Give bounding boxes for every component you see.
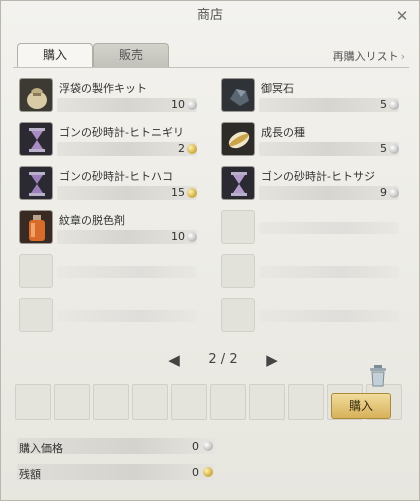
pouch-icon xyxy=(19,78,53,112)
trash-icon[interactable] xyxy=(369,365,387,387)
item-name: 成長の種 xyxy=(261,126,305,139)
item-slot[interactable]: 紋章の脱色剤 10 xyxy=(13,208,203,248)
balance-label: 残額 xyxy=(19,468,41,481)
cart-slot[interactable] xyxy=(171,384,207,420)
item-slot[interactable]: 浮袋の製作キット 10 xyxy=(13,76,203,116)
page-indicator: 2 / 2 xyxy=(208,352,238,367)
cart-slot[interactable] xyxy=(15,384,51,420)
item-name: 紋章の脱色剤 xyxy=(59,214,125,227)
silver-coin-icon xyxy=(389,188,399,198)
hourglass-icon xyxy=(19,122,53,156)
cart-slot[interactable] xyxy=(210,384,246,420)
cart-slot[interactable] xyxy=(54,384,90,420)
silver-coin-icon xyxy=(203,441,213,451)
silver-coin-icon xyxy=(187,100,197,110)
item-slot[interactable]: 成長の種 5 xyxy=(215,120,405,160)
item-price: 10 xyxy=(171,230,185,243)
reorder-list-label: 再購入リスト xyxy=(332,50,399,63)
price-bar xyxy=(259,310,399,322)
next-page-icon[interactable]: ▶ xyxy=(261,350,283,370)
hourglass-icon xyxy=(221,166,255,200)
empty-slot xyxy=(215,252,405,292)
item-price: 5 xyxy=(380,98,387,111)
item-name: ゴンの砂時計-ヒトハコ xyxy=(59,170,173,183)
item-price: 10 xyxy=(171,98,185,111)
silver-coin-icon xyxy=(389,144,399,154)
close-icon[interactable]: ✕ xyxy=(393,7,411,25)
price-bar xyxy=(259,142,399,156)
tab-buy[interactable]: 購入 xyxy=(17,43,93,67)
empty-slot-frame xyxy=(19,254,53,288)
empty-slot-frame xyxy=(221,210,255,244)
gold-coin-icon xyxy=(203,467,213,477)
empty-slot xyxy=(215,208,405,248)
item-price: 15 xyxy=(171,186,185,199)
seed-icon xyxy=(221,122,255,156)
item-price: 9 xyxy=(380,186,387,199)
tab-sell[interactable]: 販売 xyxy=(93,43,169,67)
pagination: ◀ 2 / 2 ▶ xyxy=(163,350,283,370)
cart-slot[interactable] xyxy=(249,384,285,420)
balance-value: 0 xyxy=(192,466,199,479)
reorder-list-link[interactable]: 再購入リスト › xyxy=(333,48,405,64)
empty-slot xyxy=(215,296,405,336)
item-slot[interactable]: ゴンの砂時計-ヒトサジ 9 xyxy=(215,164,405,204)
silver-coin-icon xyxy=(187,232,197,242)
price-bar xyxy=(259,186,399,200)
item-slot[interactable]: ゴンの砂時計-ヒトニギリ 2 xyxy=(13,120,203,160)
price-bar xyxy=(57,266,197,278)
price-bar xyxy=(57,310,197,322)
price-bar xyxy=(259,98,399,112)
item-slot[interactable]: ゴンの砂時計-ヒトハコ 15 xyxy=(13,164,203,204)
prev-page-icon[interactable]: ◀ xyxy=(163,350,185,370)
item-name: ゴンの砂時計-ヒトサジ xyxy=(261,170,375,183)
cart-slot[interactable] xyxy=(93,384,129,420)
empty-slot-frame xyxy=(221,298,255,332)
purchase-price-label: 購入価格 xyxy=(19,442,63,455)
price-bar xyxy=(259,266,399,278)
item-price: 5 xyxy=(380,142,387,155)
empty-slot-frame xyxy=(19,298,53,332)
empty-slot xyxy=(13,296,203,336)
item-price: 2 xyxy=(178,142,185,155)
gold-coin-icon xyxy=(187,188,197,198)
purchase-price-value: 0 xyxy=(192,440,199,453)
hourglass-icon xyxy=(19,166,53,200)
potion-icon xyxy=(19,210,53,244)
gold-coin-icon xyxy=(187,144,197,154)
cart-slot[interactable] xyxy=(132,384,168,420)
empty-slot-frame xyxy=(221,254,255,288)
window-title: 商店 xyxy=(196,8,223,23)
stone-icon xyxy=(221,78,255,112)
item-list-panel: 浮袋の製作キット 10 御冥石 5 ゴンの砂時計-ヒトニギリ 2 成長の種 5 … xyxy=(13,67,409,493)
silver-coin-icon xyxy=(389,100,399,110)
empty-slot xyxy=(13,252,203,292)
chevron-right-icon: › xyxy=(400,50,405,63)
shop-window: 商店 ✕ 購入 販売 再購入リスト › 浮袋の製作キット 10 御冥石 5 ゴン… xyxy=(0,0,420,501)
item-name: 浮袋の製作キット xyxy=(59,82,147,95)
price-bar xyxy=(259,222,399,234)
item-name: 御冥石 xyxy=(261,82,294,95)
item-slot[interactable]: 御冥石 5 xyxy=(215,76,405,116)
price-bar xyxy=(57,142,197,156)
item-name: ゴンの砂時計-ヒトニギリ xyxy=(59,126,184,139)
buy-button[interactable]: 購入 xyxy=(331,393,391,419)
cart-slot[interactable] xyxy=(288,384,324,420)
